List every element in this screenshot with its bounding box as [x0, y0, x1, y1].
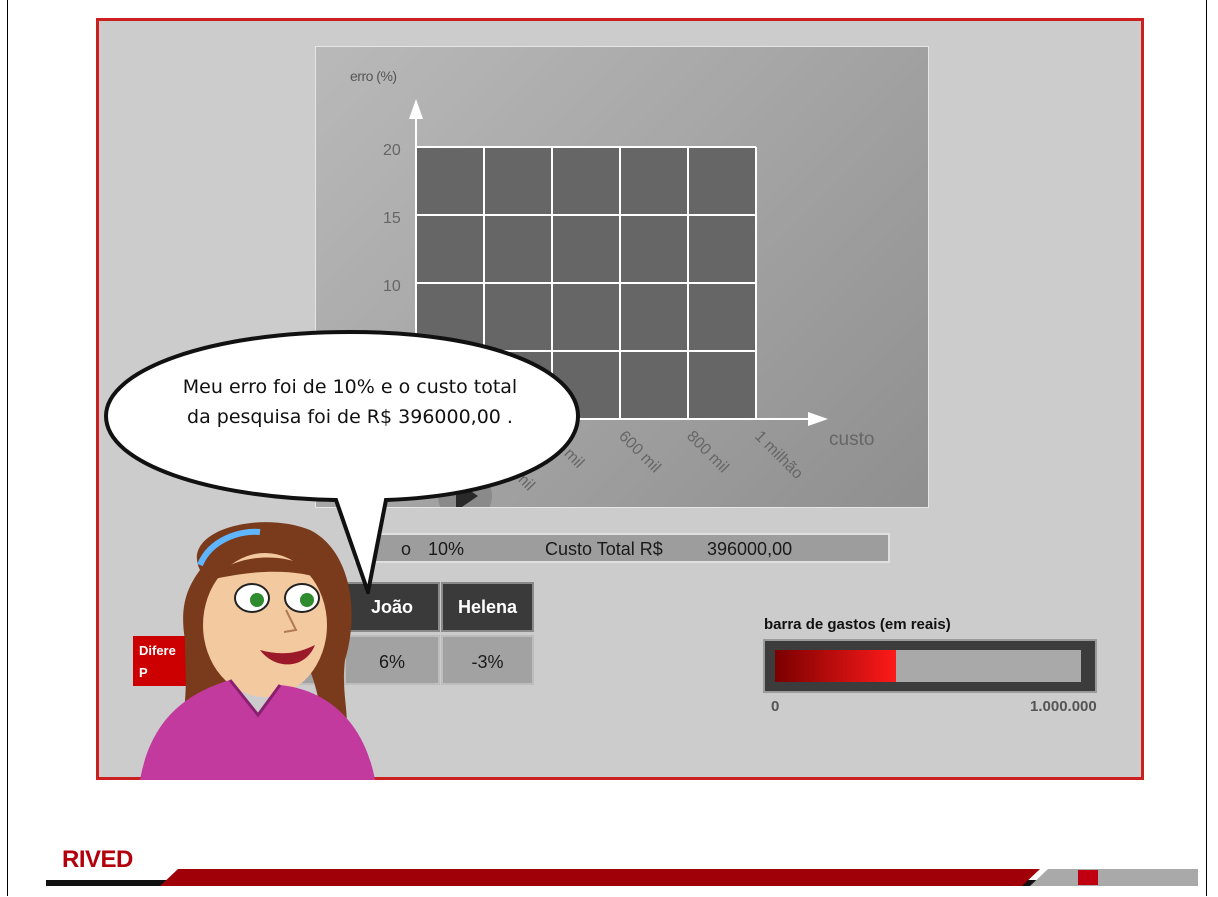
footer-square-icon [1078, 870, 1098, 885]
y-tick-label: 15 [383, 210, 401, 227]
spend-bar-track [775, 650, 1081, 682]
footer-banner [160, 869, 1198, 886]
x-axis-arrow [808, 412, 828, 426]
x-tick-label: 1 milhão [751, 428, 806, 483]
x-axis-title: custo [829, 429, 874, 450]
spend-bar-title: barra de gastos (em reais) [764, 616, 951, 633]
character-iris-right [300, 593, 314, 607]
spend-bar-max-label: 1.000.000 [1030, 698, 1097, 715]
y-axis-title: erro (%) [350, 68, 397, 84]
x-tick-label: 600 mil [615, 428, 663, 476]
table-cell-helena: -3% [441, 635, 534, 685]
footer-gray-stripe [1030, 869, 1198, 886]
y-axis-arrow [409, 99, 423, 119]
spend-bar [763, 639, 1097, 693]
spend-bar-fill [775, 650, 897, 682]
rived-logo: RIVED [62, 846, 133, 873]
y-tick-label: 20 [383, 142, 401, 159]
custo-value: 396000,00 [707, 539, 793, 559]
speech-line-1: Meu erro foi de 10% e o custo total [182, 376, 518, 398]
x-tick-label: 800 mil [683, 428, 731, 476]
character-iris-left [250, 593, 264, 607]
speech-bubble-text: Meu erro foi de 10% e o custo total da p… [130, 372, 570, 432]
footer-red-stripe [160, 869, 1040, 886]
character-illustration [140, 522, 375, 780]
spend-bar-min-label: 0 [771, 698, 780, 715]
speech-line-2: da pesquisa foi de R$ 396000,00 . [187, 406, 513, 428]
y-tick-label: 10 [383, 278, 401, 295]
